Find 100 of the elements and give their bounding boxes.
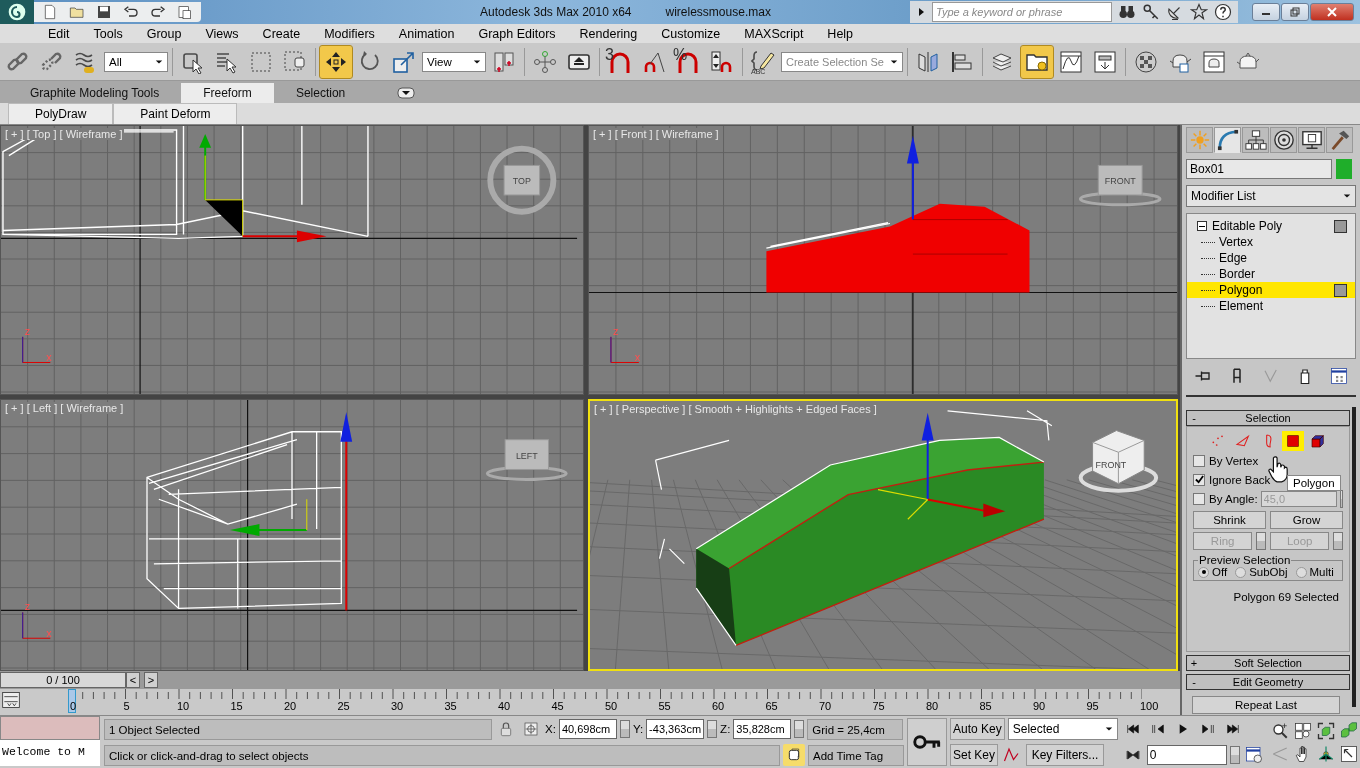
frame-number: 75 [872,700,885,712]
set-key-button[interactable]: Set Key [950,744,999,766]
frame-number: 40 [498,700,511,712]
frame-number: 70 [819,700,832,712]
coordinate-field[interactable]: -43,363cm [646,719,705,739]
ribbon-panel-button[interactable]: PolyDraw [8,103,114,124]
ribbon-tab[interactable]: Freeform [181,82,274,103]
track-bar[interactable]: 0 5 10 15 20 25 30 35 40 45 50 55 60 65 70 75 80 85 90 95 100 [38,689,1158,715]
search-field[interactable]: Type a keyword or phrase [932,2,1112,22]
menu-item[interactable]: Create [250,26,313,41]
next-frame-button[interactable]: > [144,672,158,688]
modifier-list-dropdown[interactable]: Modifier List [1186,185,1356,207]
rollout-header[interactable]: + Soft Selection [1186,655,1350,671]
menu-item[interactable]: Modifiers [312,26,387,41]
sub-object-item[interactable]: Polygon [1187,282,1355,298]
menu-item[interactable]: Rendering [567,26,650,41]
axis-name: X: [545,723,556,735]
viewport[interactable]: FRONT [ + ] [ Perspective ] [ Smooth + Highlights + Edged Faces ] [588,399,1178,671]
selection-summary: Polygon 69 Selected [1232,591,1340,603]
frame-number: 60 [712,700,725,712]
dropdown[interactable]: View [422,51,486,72]
menu-item[interactable]: Group [134,26,194,41]
dropdown[interactable]: Create Selection Se [781,51,903,72]
repeat-last-button[interactable]: Repeat Last [1192,696,1340,714]
radio-option[interactable]: SubObj [1235,566,1288,578]
current-frame-field[interactable]: 0 [1146,745,1227,765]
viewport-label[interactable]: [ + ] [ Front ] [ Wireframe ] [591,128,721,140]
ribbon-tab[interactable]: Graphite Modeling Tools [8,82,182,103]
viewport[interactable]: z x LEFT [ + ] [ Left ] [ Wireframe ] [0,399,584,671]
axis-label: x [46,627,52,640]
sub-object-item[interactable]: Border [1201,266,1351,282]
add-time-tag-field[interactable]: Add Time Tag [808,744,904,766]
sub-object-item[interactable]: Element [1201,298,1351,314]
frame-number: 100 [1140,700,1159,712]
frame-number: 80 [926,700,939,712]
viewcube-label: FRONT [1104,176,1136,187]
menu-item[interactable]: Edit [36,26,82,41]
ribbon-panel-button[interactable]: Paint Deform [113,103,238,124]
sub-object-item[interactable]: Edge [1201,250,1351,266]
frame-number: 0 [70,700,77,712]
menu-item[interactable]: Graph Editors [466,26,568,41]
frame-number: 25 [337,700,350,712]
rollout-header[interactable]: - Edit Geometry [1186,674,1350,690]
viewport[interactable]: z x TOP [ + ] [ Top ] [ Wireframe ] [0,125,584,395]
previous-frame-button[interactable]: < [126,672,140,688]
object-name-field[interactable]: Box01 [1186,159,1332,179]
menu-item[interactable]: MAXScript [732,26,816,41]
coordinate-field[interactable]: 35,828cm [733,719,792,739]
viewcube-label: LEFT [515,450,538,461]
viewport[interactable]: z x FRONT [ + ] [ Front ] [ Wireframe ] [588,125,1178,395]
frame-number: 85 [979,700,992,712]
frame-number: 95 [1086,700,1099,712]
viewport-label[interactable]: [ + ] [ Top ] [ Wireframe ] [3,128,125,140]
frame-number: 90 [1033,700,1046,712]
selection-status: 1 Object Selected [104,718,492,740]
stack-item[interactable]: Editable Poly [1212,219,1329,233]
file-name: wirelessmouse.max [665,5,771,19]
axis-label: x [634,351,641,364]
sub-object-item[interactable]: Vertex [1201,234,1351,250]
frame-number: 5 [123,700,130,712]
key-set-dropdown[interactable]: Selected [1007,718,1118,740]
panel-button[interactable]: Shrink [1193,511,1266,529]
rollout-header[interactable]: - Selection [1186,410,1350,426]
axis-label: z [24,600,31,613]
axis-label: z [24,324,31,337]
checkbox[interactable]: By Angle: [1193,489,1258,508]
frame-number: 30 [391,700,404,712]
grid-size: Grid = 25,4cm [807,718,904,740]
menu-item[interactable]: Help [815,26,866,41]
axis-label: z [612,324,619,337]
checkbox[interactable]: By Vertex [1193,451,1259,470]
menu-item[interactable]: Customize [649,26,733,41]
radio-option[interactable]: Off [1198,566,1228,578]
listener-input[interactable]: Welcome to M [0,740,100,766]
checkbox[interactable]: Ignore Back [1193,470,1271,489]
viewport-label[interactable]: [ + ] [ Left ] [ Wireframe ] [3,402,126,414]
key-filters-button[interactable]: Key Filters... [1026,744,1105,766]
menu-item[interactable]: Animation [386,26,467,41]
percent-snap-button[interactable]: % [672,45,704,78]
frame-number: 10 [177,700,190,712]
frame-number: 20 [284,700,297,712]
axis-label: x [46,351,52,364]
auto-key-button[interactable]: Auto Key [950,718,1005,740]
dropdown[interactable]: All [104,51,168,72]
group-title: Preview Selection [1198,554,1292,566]
panel-button[interactable]: Grow [1270,511,1343,529]
snap-button[interactable]: 3 [604,45,636,78]
viewport-label[interactable]: [ + ] [ Perspective ] [ Smooth + Highlights + Edged Faces ] [592,403,879,415]
ribbon-tab[interactable]: Selection [273,82,368,103]
menu-item[interactable]: Tools [81,26,135,41]
menu-item[interactable]: Views [193,26,251,41]
tooltip: Polygon [1287,475,1341,491]
coordinate-field[interactable]: 40,698cm [558,719,617,739]
frame-number: 55 [658,700,671,712]
axis-name: Y: [632,723,644,735]
time-slider-thumb[interactable]: 0 / 100 [0,672,126,688]
radio-option[interactable]: Multi [1295,566,1334,578]
frame-number: 15 [230,700,243,712]
axis-name: Z: [720,723,731,735]
window-title: Autodesk 3ds Max 2010 x64 [480,5,632,19]
